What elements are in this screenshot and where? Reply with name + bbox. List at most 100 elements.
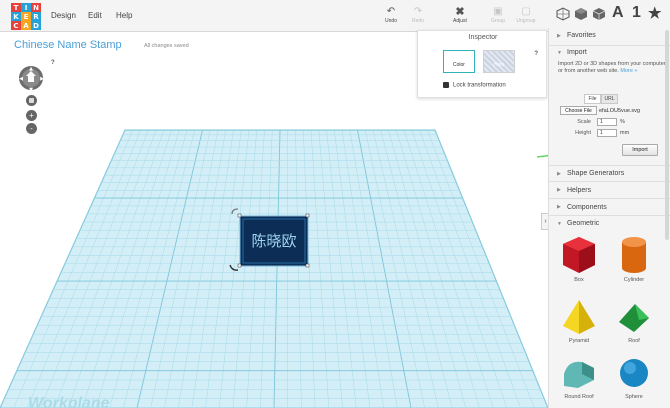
logo-letter: N [31,3,41,12]
collapsed-triangle-icon: ▶ [557,204,561,210]
box-icon [563,237,595,273]
lock-label: Lock transformation [453,82,506,89]
stamp-characters: 陈晓欧 [251,232,296,250]
tab-file[interactable]: File [584,94,601,104]
shape-roof[interactable]: Roof [607,298,661,344]
expanded-triangle-icon: ▼ [557,221,562,227]
svg-text:◀: ◀ [19,76,23,82]
lock-transformation-toggle[interactable]: Lock transformation [443,82,506,89]
shape-label: Roof [628,338,640,344]
menu-design[interactable]: Design [51,11,76,20]
text-shapes-icon[interactable]: A [612,4,624,22]
sidebar-scrollbar[interactable] [665,30,669,240]
redo-icon: ↷ [413,6,423,17]
favorites-label: Favorites [567,32,596,39]
shape-sphere[interactable]: Sphere [607,356,661,400]
undo-button[interactable]: ↶ Undo [382,6,400,24]
zoom-in-button[interactable]: + [26,110,37,121]
shape-label: Box [574,277,584,283]
import-button[interactable]: Import [622,144,658,156]
inspector-panel: Inspector Color Hole ? Lock transformati… [417,30,547,98]
workplane-label: Workplane [28,395,110,408]
view-cube-control[interactable]: ▲ ▼ ◀ ▶ [15,64,49,96]
sphere-icon [620,359,648,387]
redo-label: Redo [412,18,424,24]
hole-swatch-button[interactable]: Hole [483,50,515,73]
adjust-icon: ✖ [455,6,465,18]
undo-icon: ↶ [386,6,396,17]
star-icon[interactable]: ★ [648,4,661,22]
shape-label: Pyramid [568,338,590,344]
logo-letter: A [21,21,31,30]
lock-icon [443,82,449,88]
tab-url[interactable]: URL [601,94,618,104]
shape-label: Round Roof [564,394,594,400]
section-favorites[interactable]: ▶ Favorites [549,30,670,44]
menu-edit[interactable]: Edit [88,11,102,20]
section-import[interactable]: ▼ Import [549,45,670,59]
stamp-object[interactable]: 陈晓欧 [237,213,310,268]
fit-view-icon [29,98,34,103]
section-helpers[interactable]: ▶ Helpers [549,181,670,198]
logo-letter: E [21,12,31,21]
box-view-icon[interactable] [574,7,588,21]
ungroup-icon: ▢ [521,6,531,17]
import-more-link[interactable]: More » [620,68,637,74]
section-shape-generators[interactable]: ▶ Shape Generators [549,165,670,181]
adjust-button[interactable]: ✖ Adjust [449,6,471,24]
collapsed-triangle-icon: ▶ [557,33,561,39]
group-icon: ▣ [493,6,503,17]
round-roof-icon [564,361,594,388]
shape-cylinder[interactable]: Cylinder [607,235,661,283]
height-input[interactable]: 1 [597,129,617,137]
workplane-grid[interactable] [0,129,548,408]
choose-file-button[interactable]: Choose File [560,106,597,115]
shape-round-roof[interactable]: Round Roof [552,356,606,400]
ungroup-button[interactable]: ▢ Ungroup [514,6,538,24]
components-label: Components [567,204,607,211]
svg-text:▼: ▼ [29,87,33,93]
right-sidebar: ▶ Favorites ▼ Import Import 2D or 3D shape… [548,28,670,408]
scale-input[interactable]: 1 [597,118,617,126]
group-label: Group [491,18,505,24]
shape-label: Sphere [625,394,643,400]
scale-label: Scale [577,119,591,125]
ruler-box-icon[interactable] [592,7,606,21]
height-unit: mm [620,130,630,136]
collapsed-triangle-icon: ▶ [557,171,561,177]
nav-help-icon[interactable]: ? [51,60,55,66]
selected-file-name: efaLOU5vue.svg [599,108,640,114]
undo-label: Undo [385,18,397,24]
svg-text:▲: ▲ [29,66,33,72]
menu-help[interactable]: Help [116,11,132,20]
logo-letter: T [11,3,21,12]
logo-letter: C [11,21,21,30]
redo-button[interactable]: ↷ Redo [409,6,427,24]
workplane-icon[interactable] [556,7,570,21]
logo-letter: I [21,3,31,12]
shape-label: Cylinder [623,277,645,283]
group-button[interactable]: ▣ Group [488,6,508,24]
scale-unit: % [620,119,625,125]
roof-icon [619,304,649,332]
number-shapes-icon[interactable]: 1 [632,4,641,22]
color-swatch-button[interactable]: Color [443,50,475,73]
height-label: Height [575,130,591,136]
section-geometric[interactable]: ▼ Geometric [549,215,670,231]
logo-letter: K [11,12,21,21]
section-components[interactable]: ▶ Components [549,198,670,215]
import-desc-text: Import 2D or 3D shapes from your compute… [558,61,666,74]
inspector-help-icon[interactable]: ? [534,51,538,57]
logo-letter: D [31,21,41,30]
fit-view-button[interactable] [26,95,37,106]
collapsed-triangle-icon: ▶ [557,187,561,193]
tinkercad-logo[interactable]: T I N K E R C A D [11,3,41,31]
import-label: Import [567,49,587,56]
shape-box[interactable]: Box [552,235,606,283]
zoom-out-button[interactable]: - [26,123,37,134]
shape-pyramid[interactable]: Pyramid [552,298,606,344]
pyramid-icon [563,300,595,334]
logo-letter: R [31,12,41,21]
shape-generators-label: Shape Generators [567,170,625,177]
geometric-label: Geometric [567,220,600,227]
